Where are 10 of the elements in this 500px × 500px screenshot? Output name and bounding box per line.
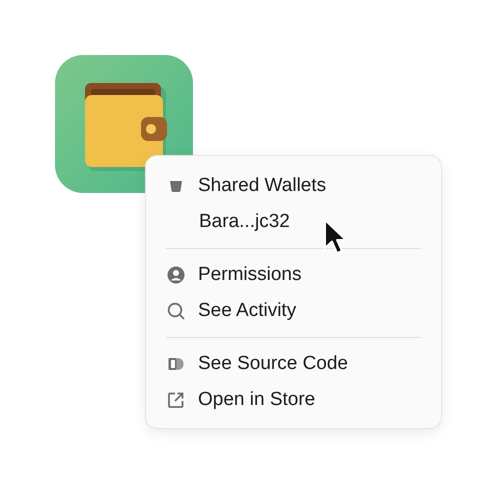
menu-item[interactable]: See Source Code	[198, 353, 348, 375]
wallet-app-icon[interactable]	[55, 55, 193, 193]
search-icon	[166, 301, 186, 321]
external-link-icon	[166, 390, 186, 410]
menu-item[interactable]: See Activity	[198, 300, 296, 322]
user-icon	[166, 265, 186, 285]
menu-item[interactable]: Bara...jc32	[199, 211, 290, 233]
menu-item[interactable]: Open in Store	[198, 389, 316, 411]
menu-item[interactable]: Permissions	[198, 264, 302, 286]
menu-item[interactable]: Shared Wallets	[198, 175, 326, 197]
